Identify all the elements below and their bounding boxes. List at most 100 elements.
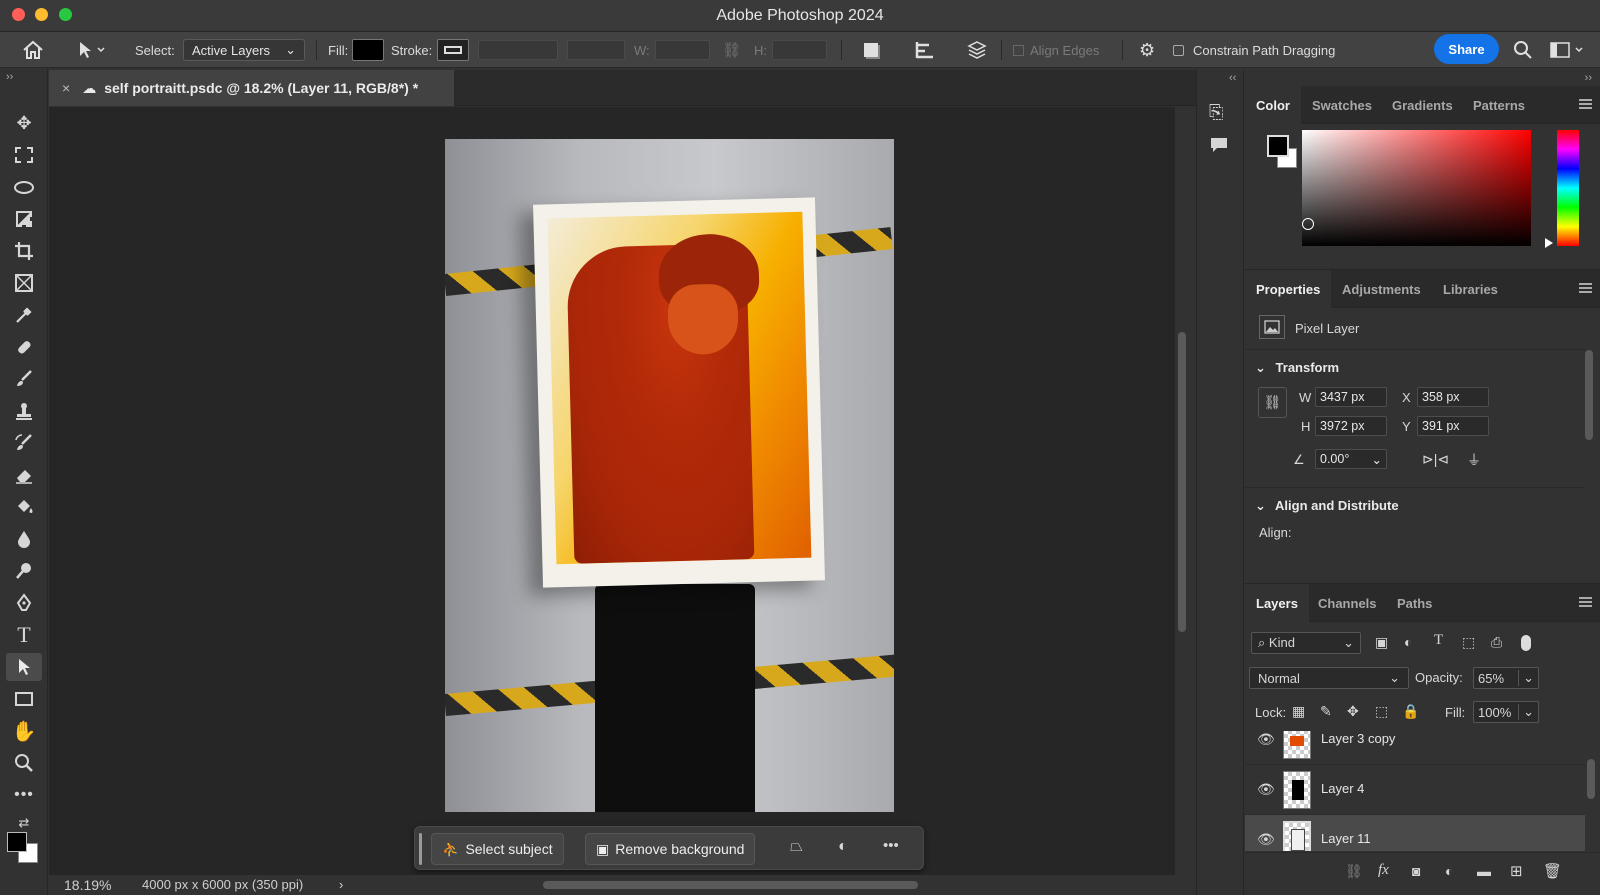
tab-properties[interactable]: Properties <box>1245 270 1332 308</box>
frame-tool-icon[interactable] <box>6 269 42 297</box>
blur-tool-icon[interactable] <box>6 525 42 553</box>
expand-toolbar-icon[interactable]: ›› <box>6 71 13 83</box>
eyedropper-tool-icon[interactable] <box>6 301 42 329</box>
flip-horizontal-icon[interactable]: ⊳|⊲ <box>1422 451 1449 468</box>
marquee-tool-icon[interactable] <box>6 141 42 169</box>
layer-mask-icon[interactable]: ◙ <box>1412 863 1420 879</box>
hand-tool-icon[interactable]: ✋ <box>6 717 42 745</box>
lock-artboard-icon[interactable]: ⬚ <box>1375 703 1388 720</box>
expand-panels-icon[interactable]: ›› <box>1585 72 1592 84</box>
color-picker-handle[interactable] <box>1302 218 1314 230</box>
color-panel-menu-icon[interactable] <box>1579 99 1592 109</box>
visibility-eye-icon[interactable]: 👁 <box>1257 731 1275 748</box>
comments-panel-icon[interactable] <box>1209 136 1229 157</box>
document-info[interactable]: 4000 px x 6000 px (350 ppi) <box>142 877 303 892</box>
tab-channels[interactable]: Channels <box>1307 584 1388 622</box>
filter-pixel-icon[interactable]: ▣ <box>1375 634 1388 651</box>
home-icon[interactable] <box>22 32 44 68</box>
type-tool-icon[interactable]: T <box>6 621 42 649</box>
gear-icon[interactable]: ⚙ <box>1139 32 1155 68</box>
color-field[interactable] <box>1302 130 1531 246</box>
zoom-level[interactable]: 18.19% <box>64 877 111 893</box>
share-button[interactable]: Share <box>1434 34 1499 64</box>
document-image[interactable] <box>445 139 894 812</box>
lock-all-icon[interactable]: 🔒 <box>1402 703 1419 720</box>
history-panel-icon[interactable]: ⎘ <box>1209 102 1223 123</box>
hue-slider[interactable] <box>1557 130 1579 246</box>
angle-input[interactable]: 0.00° ⌄ <box>1315 449 1387 469</box>
visibility-eye-icon[interactable]: 👁 <box>1257 781 1275 798</box>
lock-transparent-icon[interactable]: ▦ <box>1292 703 1305 720</box>
vertical-scrollbar[interactable] <box>1178 332 1186 632</box>
rectangle-tool-icon[interactable] <box>6 685 42 713</box>
workspace-icon[interactable] <box>1550 32 1586 68</box>
width-input[interactable]: 3437 px <box>1315 387 1387 407</box>
hue-slider-handle[interactable] <box>1545 238 1553 248</box>
drag-handle[interactable] <box>419 833 422 865</box>
lasso-tool-icon[interactable] <box>6 173 42 201</box>
filter-adjustment-icon[interactable]: ◐ <box>1404 634 1412 650</box>
stroke-swatch[interactable] <box>437 39 469 61</box>
adjustment-icon[interactable]: ◐ <box>838 838 848 856</box>
tab-color[interactable]: Color <box>1245 86 1301 124</box>
tab-patterns[interactable]: Patterns <box>1462 86 1536 124</box>
crop-tool-icon[interactable] <box>6 237 42 265</box>
filter-smart-object-icon[interactable]: ⎙ <box>1491 634 1502 651</box>
link-dimensions-icon[interactable]: ⛓ <box>1258 387 1287 418</box>
properties-panel-menu-icon[interactable] <box>1579 283 1592 293</box>
direct-selection-tool-icon[interactable] <box>6 653 42 681</box>
transform-section-toggle[interactable]: ⌄ Transform <box>1255 360 1339 376</box>
brush-tool-icon[interactable] <box>6 365 42 393</box>
zoom-tool-icon[interactable] <box>6 749 42 777</box>
adjustment-layer-icon[interactable]: ◐ <box>1445 863 1453 879</box>
link-icon[interactable]: ⛓ <box>722 32 741 68</box>
visibility-eye-icon[interactable]: 👁 <box>1257 831 1275 848</box>
history-brush-tool-icon[interactable] <box>6 429 42 457</box>
stroke-width-field[interactable] <box>478 40 558 60</box>
paint-bucket-tool-icon[interactable] <box>6 493 42 521</box>
align-section-toggle[interactable]: ⌄ Align and Distribute <box>1255 498 1399 514</box>
eraser-tool-icon[interactable] <box>6 461 42 489</box>
new-group-icon[interactable]: ▬ <box>1477 863 1491 879</box>
transform-icon[interactable]: ⏢ <box>790 838 803 856</box>
opacity-input[interactable]: 65% ⌄ <box>1473 667 1539 689</box>
flip-vertical-icon[interactable]: ⏚ <box>1467 450 1481 470</box>
tab-gradients[interactable]: Gradients <box>1381 86 1464 124</box>
search-icon[interactable] <box>1513 32 1533 68</box>
select-mode-dropdown[interactable]: Active Layers ⌄ <box>183 39 305 61</box>
filter-kind-dropdown[interactable]: ⌕ Kind ⌄ <box>1251 632 1361 654</box>
lock-pixels-icon[interactable]: ✎ <box>1320 703 1332 720</box>
layers-panel-menu-icon[interactable] <box>1579 597 1592 607</box>
path-arrangement-icon[interactable] <box>965 32 989 68</box>
horizontal-scrollbar[interactable] <box>543 881 918 889</box>
path-selection-tool-icon[interactable] <box>76 32 106 68</box>
filter-type-icon[interactable]: T <box>1434 632 1443 649</box>
tab-swatches[interactable]: Swatches <box>1301 86 1383 124</box>
layer-row[interactable]: 👁 Layer 11 <box>1245 815 1585 851</box>
tab-adjustments[interactable]: Adjustments <box>1331 270 1432 308</box>
width-field[interactable] <box>655 40 710 60</box>
move-tool-icon[interactable]: ✥ <box>6 109 42 137</box>
healing-brush-tool-icon[interactable] <box>6 333 42 361</box>
filter-shape-icon[interactable]: ⬚ <box>1462 634 1475 651</box>
stroke-type-dropdown[interactable] <box>567 40 625 60</box>
trash-icon[interactable]: 🗑 <box>1543 862 1562 880</box>
more-tools-icon[interactable]: ••• <box>6 781 42 809</box>
layer-row[interactable]: 👁 Layer 3 copy <box>1245 731 1585 765</box>
clone-stamp-tool-icon[interactable] <box>6 397 42 425</box>
blend-mode-dropdown[interactable]: Normal ⌄ <box>1249 667 1409 689</box>
more-options-icon[interactable]: ••• <box>883 837 899 854</box>
path-operations-icon[interactable] <box>864 32 878 68</box>
layers-scrollbar[interactable] <box>1587 759 1595 799</box>
y-input[interactable]: 391 px <box>1417 416 1489 436</box>
filter-toggle[interactable] <box>1521 635 1531 651</box>
lock-position-icon[interactable]: ✥ <box>1347 703 1359 720</box>
remove-background-button[interactable]: ▣ Remove background <box>585 833 756 865</box>
link-layers-icon[interactable]: ⛓ <box>1345 863 1363 880</box>
align-edges-checkbox[interactable]: Align Edges <box>1013 32 1099 68</box>
document-tab[interactable]: × ☁ self portraitt.psdc @ 18.2% (Layer 1… <box>49 70 454 106</box>
fill-input[interactable]: 100% ⌄ <box>1473 701 1539 723</box>
select-subject-button[interactable]: ⛹ Select subject <box>431 833 564 865</box>
constrain-path-checkbox[interactable]: Constrain Path Dragging <box>1173 32 1335 68</box>
height-field[interactable] <box>772 40 827 60</box>
